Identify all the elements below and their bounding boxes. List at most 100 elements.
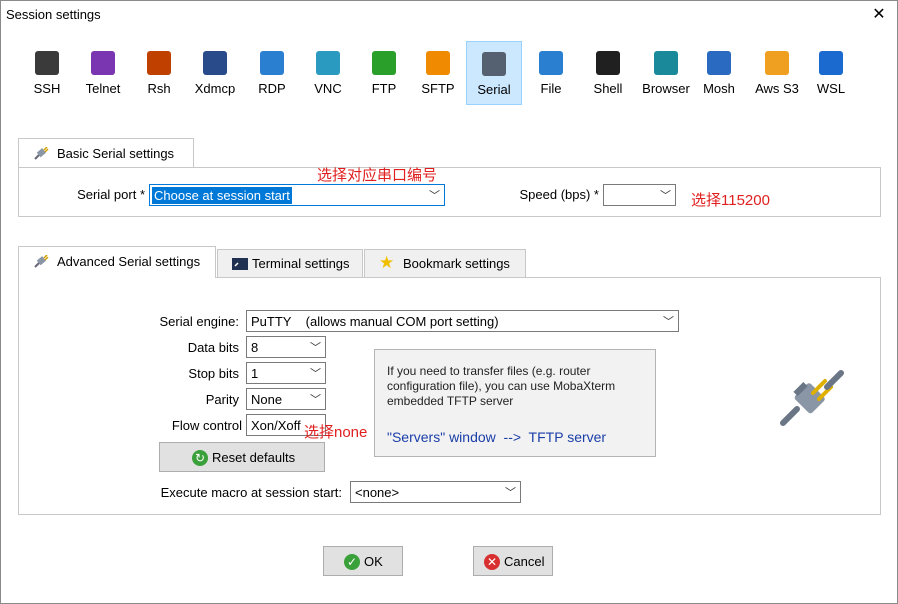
session-type-rsh[interactable]: Rsh: [133, 41, 185, 105]
mosh-antenna-icon: [707, 51, 731, 75]
session-settings-dialog: Session settings ✕ SSH Telnet Rsh Xdmcp RDP V…: [0, 0, 898, 604]
serial-engine-value: PuTTY (allows manual COM port setting): [251, 314, 499, 329]
speed-label: Speed (bps) *: [519, 187, 600, 202]
annotation-serial-port: 选择对应串口编号: [317, 167, 438, 184]
aws-s3-icon: [765, 51, 789, 75]
star-icon: ★: [379, 253, 395, 272]
parity-select[interactable]: None ﹀: [246, 388, 326, 410]
stop-bits-select[interactable]: 1 ﹀: [246, 362, 326, 384]
window-title: Session settings: [6, 7, 101, 22]
serial-engine-select[interactable]: PuTTY (allows manual COM port setting) ﹀: [246, 310, 679, 332]
data-bits-select[interactable]: 8 ﹀: [246, 336, 326, 358]
session-type-ftp[interactable]: FTP: [358, 41, 410, 105]
plug-icon: [34, 255, 49, 268]
close-icon[interactable]: ✕: [869, 5, 889, 25]
session-type-label: File: [540, 81, 562, 96]
telnet-icon: [91, 51, 115, 75]
session-type-label: WSL: [816, 81, 846, 96]
stop-bits-label: Stop bits: [188, 366, 239, 381]
serial-engine-label: Serial engine:: [159, 314, 240, 329]
title-bar: Session settings ✕: [1, 1, 897, 29]
session-type-file[interactable]: File: [525, 41, 577, 105]
tab-label: Basic Serial settings: [57, 146, 175, 161]
cancel-button[interactable]: ✕ Cancel: [473, 546, 553, 576]
data-bits-value: 8: [251, 340, 259, 355]
session-type-label: Browser: [642, 81, 690, 96]
parity-label: Parity: [205, 392, 239, 407]
tftp-info-text: If you need to transfer files (e.g. rout…: [387, 364, 616, 408]
session-type-xdmcp[interactable]: Xdmcp: [189, 41, 241, 105]
session-type-sftp[interactable]: SFTP: [412, 41, 464, 105]
serial-plug-icon: [482, 52, 506, 76]
tab-bookmark-settings[interactable]: ★ Bookmark settings: [364, 249, 526, 277]
plug-icon: [34, 147, 49, 160]
flow-control-value: Xon/Xoff: [251, 418, 301, 433]
ok-label: OK: [364, 554, 383, 569]
session-type-label: Telnet: [85, 81, 121, 96]
execute-macro-value: <none>: [355, 485, 400, 500]
cancel-label: Cancel: [504, 554, 545, 569]
tab-basic-serial-settings[interactable]: Basic Serial settings: [18, 138, 194, 168]
cancel-x-icon: ✕: [484, 554, 500, 570]
session-type-label: FTP: [371, 81, 397, 96]
session-type-label: Serial: [477, 82, 511, 97]
tftp-server-link[interactable]: "Servers" window --> TFTP server: [387, 429, 606, 445]
annotation-speed: 选择115200: [691, 192, 770, 209]
chevron-down-icon: ﹀: [429, 190, 440, 202]
flow-control-label: Flow control: [171, 418, 242, 433]
key-icon: [35, 51, 59, 75]
chevron-down-icon: ﹀: [505, 487, 516, 499]
tab-label: Advanced Serial settings: [57, 254, 201, 269]
session-type-label: Rsh: [147, 81, 171, 96]
browser-globe-icon: [654, 51, 678, 75]
reset-defaults-label: Reset defaults: [212, 450, 296, 465]
chevron-down-icon: ﹀: [310, 368, 321, 380]
annotation-flow-control: 选择none: [304, 424, 368, 441]
parity-value: None: [251, 392, 283, 407]
session-type-label: VNC: [314, 81, 342, 96]
reset-defaults-button[interactable]: ↻ Reset defaults: [159, 442, 325, 472]
tftp-info-box: If you need to transfer files (e.g. rout…: [374, 349, 656, 457]
chevron-down-icon: ﹀: [660, 190, 671, 202]
serial-port-label: Serial port *: [77, 187, 145, 202]
rdp-icon: [260, 51, 284, 75]
session-type-rdp[interactable]: RDP: [246, 41, 298, 105]
tab-label: Terminal settings: [252, 256, 350, 271]
session-type-label: SSH: [33, 81, 61, 96]
xdmcp-icon: [203, 51, 227, 75]
session-type-serial[interactable]: Serial: [466, 41, 522, 105]
tab-terminal-settings[interactable]: Terminal settings: [217, 249, 363, 277]
session-type-label: Shell: [593, 81, 623, 96]
session-type-ssh[interactable]: SSH: [21, 41, 73, 105]
speed-select[interactable]: ﹀: [603, 184, 676, 206]
check-icon: ✓: [344, 554, 360, 570]
ftp-icon: [372, 51, 396, 75]
session-type-wsl[interactable]: WSL: [805, 41, 857, 105]
execute-macro-label: Execute macro at session start:: [160, 485, 342, 500]
serial-port-value: Choose at session start: [152, 187, 292, 204]
chevron-down-icon: ﹀: [310, 342, 321, 354]
reset-icon: ↻: [192, 450, 208, 466]
session-type-browser[interactable]: Browser: [638, 41, 694, 105]
serial-port-select[interactable]: Choose at session start ﹀: [149, 184, 445, 206]
session-type-aws-s3[interactable]: Aws S3: [749, 41, 805, 105]
tab-label: Bookmark settings: [403, 256, 510, 271]
file-icon: [539, 51, 563, 75]
session-type-label: Aws S3: [755, 81, 799, 96]
shell-icon: [596, 51, 620, 75]
session-type-label: Mosh: [703, 81, 735, 96]
session-type-vnc[interactable]: VNC: [302, 41, 354, 105]
session-type-mosh[interactable]: Mosh: [693, 41, 745, 105]
tab-advanced-serial-settings[interactable]: Advanced Serial settings: [18, 246, 216, 278]
session-type-label: RDP: [258, 81, 286, 96]
session-type-label: SFTP: [421, 81, 455, 96]
session-type-shell[interactable]: Shell: [582, 41, 634, 105]
wsl-windows-icon: [819, 51, 843, 75]
ok-button[interactable]: ✓ OK: [323, 546, 403, 576]
vnc-icon: [316, 51, 340, 75]
session-type-telnet[interactable]: Telnet: [77, 41, 129, 105]
chevron-down-icon: ﹀: [663, 316, 674, 328]
execute-macro-select[interactable]: <none> ﹀: [350, 481, 521, 503]
chevron-down-icon: ﹀: [310, 394, 321, 406]
terminal-icon: [232, 258, 248, 270]
